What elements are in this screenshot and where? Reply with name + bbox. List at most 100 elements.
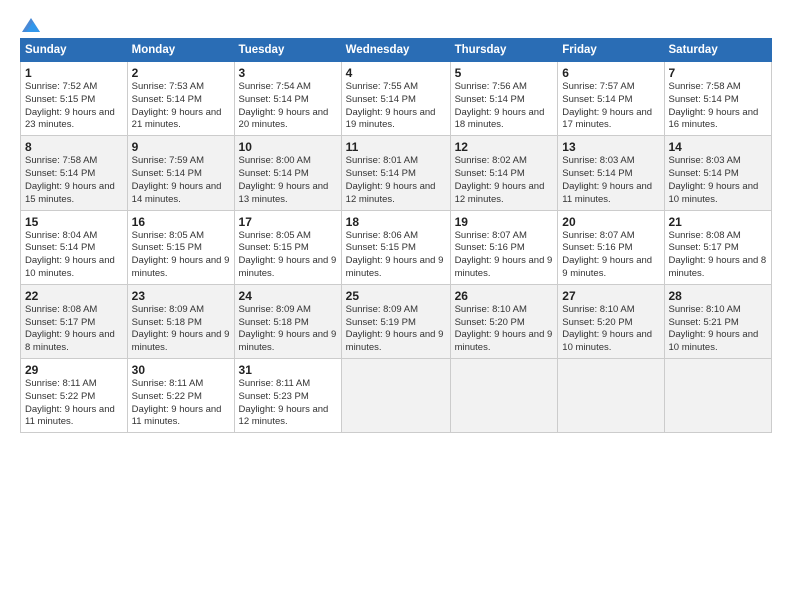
calendar-week-row: 8 Sunrise: 7:58 AMSunset: 5:14 PMDayligh… — [21, 136, 772, 210]
day-info: Sunrise: 8:09 AMSunset: 5:18 PMDaylight:… — [132, 304, 230, 355]
calendar-day-cell: 19 Sunrise: 8:07 AMSunset: 5:16 PMDaylig… — [450, 210, 558, 284]
day-number: 7 — [669, 66, 768, 80]
calendar-day-cell: 30 Sunrise: 8:11 AMSunset: 5:22 PMDaylig… — [127, 359, 234, 433]
day-number: 20 — [562, 215, 659, 229]
day-number: 27 — [562, 289, 659, 303]
logo-icon — [22, 18, 40, 32]
weekday-header: Sunday — [21, 39, 128, 62]
calendar-day-cell: 8 Sunrise: 7:58 AMSunset: 5:14 PMDayligh… — [21, 136, 128, 210]
day-number: 23 — [132, 289, 230, 303]
calendar-day-cell: 15 Sunrise: 8:04 AMSunset: 5:14 PMDaylig… — [21, 210, 128, 284]
day-number: 9 — [132, 140, 230, 154]
calendar-day-cell — [450, 359, 558, 433]
day-info: Sunrise: 7:55 AMSunset: 5:14 PMDaylight:… — [346, 81, 446, 132]
day-info: Sunrise: 8:09 AMSunset: 5:18 PMDaylight:… — [239, 304, 337, 355]
day-number: 4 — [346, 66, 446, 80]
calendar-day-cell: 14 Sunrise: 8:03 AMSunset: 5:14 PMDaylig… — [664, 136, 772, 210]
calendar-day-cell: 4 Sunrise: 7:55 AMSunset: 5:14 PMDayligh… — [341, 62, 450, 136]
day-info: Sunrise: 7:59 AMSunset: 5:14 PMDaylight:… — [132, 155, 230, 206]
calendar-day-cell: 25 Sunrise: 8:09 AMSunset: 5:19 PMDaylig… — [341, 284, 450, 358]
day-info: Sunrise: 8:09 AMSunset: 5:19 PMDaylight:… — [346, 304, 446, 355]
day-number: 19 — [455, 215, 554, 229]
calendar-day-cell: 31 Sunrise: 8:11 AMSunset: 5:23 PMDaylig… — [234, 359, 341, 433]
calendar-day-cell: 21 Sunrise: 8:08 AMSunset: 5:17 PMDaylig… — [664, 210, 772, 284]
calendar-day-cell — [664, 359, 772, 433]
page: SundayMondayTuesdayWednesdayThursdayFrid… — [0, 0, 792, 612]
calendar-day-cell: 24 Sunrise: 8:09 AMSunset: 5:18 PMDaylig… — [234, 284, 341, 358]
day-number: 29 — [25, 363, 123, 377]
day-info: Sunrise: 7:52 AMSunset: 5:15 PMDaylight:… — [25, 81, 123, 132]
calendar-day-cell: 16 Sunrise: 8:05 AMSunset: 5:15 PMDaylig… — [127, 210, 234, 284]
day-info: Sunrise: 7:58 AMSunset: 5:14 PMDaylight:… — [669, 81, 768, 132]
day-number: 1 — [25, 66, 123, 80]
day-info: Sunrise: 8:07 AMSunset: 5:16 PMDaylight:… — [455, 230, 554, 281]
calendar-week-row: 22 Sunrise: 8:08 AMSunset: 5:17 PMDaylig… — [21, 284, 772, 358]
calendar-table: SundayMondayTuesdayWednesdayThursdayFrid… — [20, 38, 772, 433]
day-number: 24 — [239, 289, 337, 303]
day-info: Sunrise: 8:00 AMSunset: 5:14 PMDaylight:… — [239, 155, 337, 206]
calendar-day-cell: 13 Sunrise: 8:03 AMSunset: 5:14 PMDaylig… — [558, 136, 664, 210]
day-number: 25 — [346, 289, 446, 303]
calendar-day-cell: 29 Sunrise: 8:11 AMSunset: 5:22 PMDaylig… — [21, 359, 128, 433]
day-number: 6 — [562, 66, 659, 80]
calendar-day-cell: 6 Sunrise: 7:57 AMSunset: 5:14 PMDayligh… — [558, 62, 664, 136]
day-info: Sunrise: 7:57 AMSunset: 5:14 PMDaylight:… — [562, 81, 659, 132]
day-info: Sunrise: 8:10 AMSunset: 5:20 PMDaylight:… — [455, 304, 554, 355]
day-info: Sunrise: 8:11 AMSunset: 5:22 PMDaylight:… — [25, 378, 123, 429]
day-info: Sunrise: 7:58 AMSunset: 5:14 PMDaylight:… — [25, 155, 123, 206]
calendar-day-cell: 1 Sunrise: 7:52 AMSunset: 5:15 PMDayligh… — [21, 62, 128, 136]
calendar-day-cell: 12 Sunrise: 8:02 AMSunset: 5:14 PMDaylig… — [450, 136, 558, 210]
day-number: 18 — [346, 215, 446, 229]
calendar-day-cell: 11 Sunrise: 8:01 AMSunset: 5:14 PMDaylig… — [341, 136, 450, 210]
day-number: 21 — [669, 215, 768, 229]
calendar-day-cell — [341, 359, 450, 433]
day-info: Sunrise: 8:02 AMSunset: 5:14 PMDaylight:… — [455, 155, 554, 206]
day-info: Sunrise: 8:05 AMSunset: 5:15 PMDaylight:… — [239, 230, 337, 281]
calendar-day-cell: 3 Sunrise: 7:54 AMSunset: 5:14 PMDayligh… — [234, 62, 341, 136]
calendar-day-cell: 20 Sunrise: 8:07 AMSunset: 5:16 PMDaylig… — [558, 210, 664, 284]
calendar-day-cell: 26 Sunrise: 8:10 AMSunset: 5:20 PMDaylig… — [450, 284, 558, 358]
day-info: Sunrise: 8:07 AMSunset: 5:16 PMDaylight:… — [562, 230, 659, 281]
day-number: 12 — [455, 140, 554, 154]
day-info: Sunrise: 8:08 AMSunset: 5:17 PMDaylight:… — [25, 304, 123, 355]
day-number: 15 — [25, 215, 123, 229]
day-info: Sunrise: 8:10 AMSunset: 5:21 PMDaylight:… — [669, 304, 768, 355]
day-info: Sunrise: 8:06 AMSunset: 5:15 PMDaylight:… — [346, 230, 446, 281]
calendar-day-cell: 5 Sunrise: 7:56 AMSunset: 5:14 PMDayligh… — [450, 62, 558, 136]
calendar-day-cell: 7 Sunrise: 7:58 AMSunset: 5:14 PMDayligh… — [664, 62, 772, 136]
day-number: 28 — [669, 289, 768, 303]
calendar-day-cell: 10 Sunrise: 8:00 AMSunset: 5:14 PMDaylig… — [234, 136, 341, 210]
weekday-header: Wednesday — [341, 39, 450, 62]
calendar-day-cell: 2 Sunrise: 7:53 AMSunset: 5:14 PMDayligh… — [127, 62, 234, 136]
day-info: Sunrise: 8:08 AMSunset: 5:17 PMDaylight:… — [669, 230, 768, 281]
weekday-header: Friday — [558, 39, 664, 62]
day-number: 8 — [25, 140, 123, 154]
day-info: Sunrise: 8:01 AMSunset: 5:14 PMDaylight:… — [346, 155, 446, 206]
calendar-week-row: 15 Sunrise: 8:04 AMSunset: 5:14 PMDaylig… — [21, 210, 772, 284]
day-info: Sunrise: 7:53 AMSunset: 5:14 PMDaylight:… — [132, 81, 230, 132]
day-info: Sunrise: 8:10 AMSunset: 5:20 PMDaylight:… — [562, 304, 659, 355]
calendar-week-row: 29 Sunrise: 8:11 AMSunset: 5:22 PMDaylig… — [21, 359, 772, 433]
day-info: Sunrise: 8:03 AMSunset: 5:14 PMDaylight:… — [669, 155, 768, 206]
day-number: 16 — [132, 215, 230, 229]
day-number: 2 — [132, 66, 230, 80]
day-info: Sunrise: 8:05 AMSunset: 5:15 PMDaylight:… — [132, 230, 230, 281]
weekday-header: Thursday — [450, 39, 558, 62]
day-number: 14 — [669, 140, 768, 154]
day-number: 13 — [562, 140, 659, 154]
day-number: 22 — [25, 289, 123, 303]
calendar-day-cell: 22 Sunrise: 8:08 AMSunset: 5:17 PMDaylig… — [21, 284, 128, 358]
day-number: 11 — [346, 140, 446, 154]
calendar-day-cell: 18 Sunrise: 8:06 AMSunset: 5:15 PMDaylig… — [341, 210, 450, 284]
calendar-day-cell — [558, 359, 664, 433]
day-info: Sunrise: 7:54 AMSunset: 5:14 PMDaylight:… — [239, 81, 337, 132]
day-number: 17 — [239, 215, 337, 229]
calendar-day-cell: 9 Sunrise: 7:59 AMSunset: 5:14 PMDayligh… — [127, 136, 234, 210]
calendar-day-cell: 23 Sunrise: 8:09 AMSunset: 5:18 PMDaylig… — [127, 284, 234, 358]
day-info: Sunrise: 8:11 AMSunset: 5:22 PMDaylight:… — [132, 378, 230, 429]
logo — [20, 18, 40, 32]
calendar-week-row: 1 Sunrise: 7:52 AMSunset: 5:15 PMDayligh… — [21, 62, 772, 136]
header — [20, 18, 772, 32]
day-info: Sunrise: 8:11 AMSunset: 5:23 PMDaylight:… — [239, 378, 337, 429]
calendar-day-cell: 17 Sunrise: 8:05 AMSunset: 5:15 PMDaylig… — [234, 210, 341, 284]
